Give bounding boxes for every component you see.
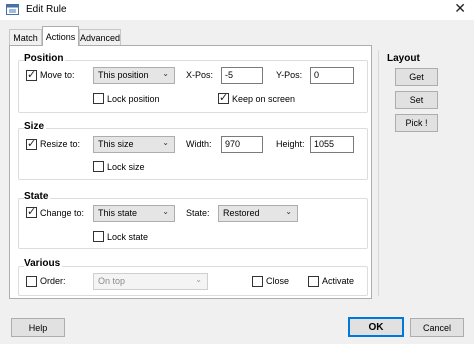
chevron-down-icon: ⌄ — [162, 207, 169, 216]
lock-state-label: Lock state — [107, 232, 149, 242]
height-label: Height: — [276, 139, 305, 149]
order-value: On top — [98, 276, 126, 286]
state-group-title: State — [24, 191, 51, 202]
keep-on-screen-checkbox[interactable] — [218, 91, 229, 104]
layout-separator — [378, 50, 379, 296]
size-group-title: Size — [24, 121, 47, 132]
chevron-down-icon: ⌄ — [195, 275, 202, 284]
layout-title: Layout — [387, 53, 420, 64]
window-rule-icon — [6, 4, 19, 15]
state-value-select[interactable]: Restored ⌄ — [218, 205, 298, 222]
various-group-title: Various — [24, 258, 63, 269]
chevron-down-icon: ⌄ — [162, 138, 169, 147]
order-label: Order: — [40, 276, 66, 286]
state-label: State: — [186, 208, 210, 218]
order-checkbox[interactable] — [26, 276, 37, 287]
title-bar: Edit Rule ✕ — [0, 0, 474, 20]
window-title: Edit Rule — [26, 4, 67, 15]
pick-button[interactable]: Pick ! — [395, 114, 438, 132]
tab-match[interactable]: Match — [9, 29, 42, 45]
resize-to-label: Resize to: — [40, 139, 81, 149]
lock-position-label: Lock position — [107, 94, 160, 104]
cancel-button[interactable]: Cancel — [410, 318, 464, 337]
keep-on-screen-label: Keep on screen — [232, 94, 296, 104]
close-icon[interactable]: ✕ — [454, 1, 466, 17]
width-label: Width: — [186, 139, 212, 149]
ypos-label: Y-Pos: — [276, 70, 303, 80]
activate-checkbox[interactable] — [308, 276, 319, 287]
move-to-label: Move to: — [40, 70, 75, 80]
xpos-label: X-Pos: — [186, 70, 214, 80]
state-mode-value: This state — [98, 208, 138, 218]
size-mode-value: This size — [98, 139, 134, 149]
order-select[interactable]: On top ⌄ — [93, 273, 208, 290]
get-button[interactable]: Get — [395, 68, 438, 86]
close-label: Close — [266, 276, 290, 286]
help-button[interactable]: Help — [11, 318, 65, 337]
state-group — [18, 198, 368, 249]
chevron-down-icon: ⌄ — [285, 207, 292, 216]
close-checkbox[interactable] — [252, 276, 263, 287]
tab-actions[interactable]: Actions — [42, 26, 79, 46]
activate-label: Activate — [322, 276, 355, 286]
size-mode-select[interactable]: This size ⌄ — [93, 136, 175, 153]
position-group-title: Position — [24, 53, 66, 64]
change-to-label: Change to: — [40, 208, 85, 218]
state-value: Restored — [223, 208, 260, 218]
set-button[interactable]: Set — [395, 91, 438, 109]
width-input[interactable]: 970 — [221, 136, 263, 153]
lock-size-checkbox[interactable] — [93, 161, 104, 172]
change-to-checkbox[interactable] — [26, 205, 37, 218]
tab-advanced[interactable]: Advanced — [79, 29, 121, 45]
xpos-input[interactable]: -5 — [221, 67, 263, 84]
position-mode-select[interactable]: This position ⌄ — [93, 67, 175, 84]
lock-size-label: Lock size — [107, 162, 145, 172]
lock-position-checkbox[interactable] — [93, 93, 104, 104]
height-input[interactable]: 1055 — [310, 136, 354, 153]
chevron-down-icon: ⌄ — [162, 69, 169, 78]
move-to-checkbox[interactable] — [26, 68, 37, 81]
position-mode-value: This position — [98, 70, 149, 80]
resize-to-checkbox[interactable] — [26, 137, 37, 150]
ypos-input[interactable]: 0 — [310, 67, 354, 84]
lock-state-checkbox[interactable] — [93, 231, 104, 242]
state-mode-select[interactable]: This state ⌄ — [93, 205, 175, 222]
ok-button[interactable]: OK — [348, 317, 404, 337]
